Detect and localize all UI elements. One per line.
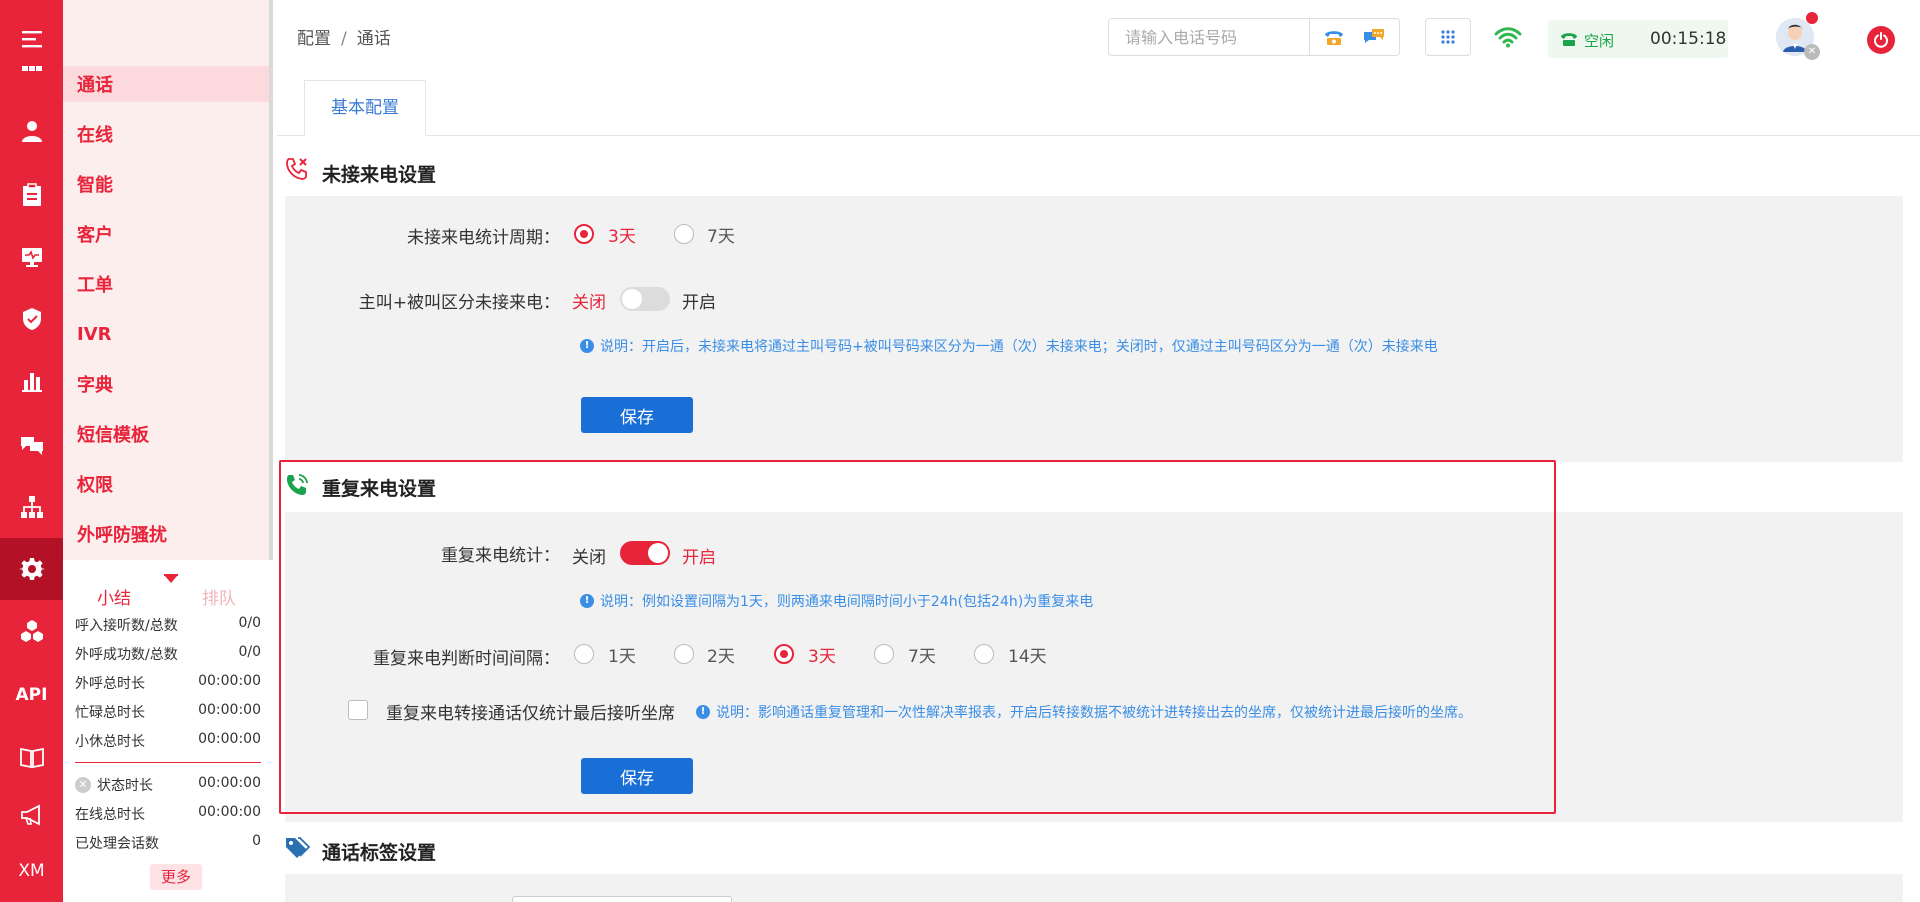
icon-rail: API XM: [0, 0, 63, 902]
dial-phone-icon[interactable]: [1321, 25, 1347, 49]
phone-number-input[interactable]: [1109, 19, 1309, 55]
caret-down-icon[interactable]: [165, 576, 177, 583]
agent-status[interactable]: 空闲 00:15:18: [1548, 20, 1728, 58]
phone-search: [1108, 18, 1400, 56]
org-icon[interactable]: [0, 476, 63, 538]
stat-row: 在线总时长 00:00:00: [75, 804, 261, 823]
clipboard-icon[interactable]: [0, 164, 63, 226]
status-clear-icon[interactable]: ✕: [75, 777, 91, 793]
distinguish-on-label: 开启: [682, 293, 716, 313]
distinguish-label: 主叫+被叫区分未接来电：: [358, 293, 560, 313]
power-button[interactable]: [1867, 26, 1895, 54]
megaphone-icon[interactable]: [0, 784, 63, 846]
submenu-item-customer[interactable]: 客户: [63, 216, 271, 252]
stat-row: 忙碌总时长 00:00:00: [75, 702, 261, 721]
submenu-item-sms-template[interactable]: 短信模板: [63, 416, 271, 452]
dialpad-button[interactable]: [1425, 18, 1471, 56]
book-icon[interactable]: [0, 726, 63, 788]
missed-period-label: 未接来电统计周期：: [407, 228, 560, 248]
menu-icon[interactable]: [0, 8, 63, 70]
avatar[interactable]: ✕: [1776, 12, 1820, 60]
toggle-knob: [622, 289, 642, 309]
submenu-item-call[interactable]: 通话: [63, 66, 271, 102]
user-icon[interactable]: [0, 100, 63, 162]
submenu-item-dictionary[interactable]: 字典: [63, 366, 271, 402]
tag-icon: [286, 837, 310, 858]
cubes-icon[interactable]: [0, 600, 63, 662]
chart-icon[interactable]: [0, 350, 63, 412]
submenu-item-anti-harassment[interactable]: 外呼防骚扰: [63, 516, 271, 552]
wifi-icon: [1494, 27, 1522, 48]
breadcrumb-config[interactable]: 配置: [297, 29, 331, 49]
avatar-status-icon: ✕: [1804, 44, 1820, 60]
shield-icon[interactable]: [0, 288, 63, 350]
period-option-3d[interactable]: 3天: [608, 222, 636, 247]
tab-basic-config[interactable]: 基本配置: [304, 80, 426, 136]
stat-row: 外呼总时长 00:00:00: [75, 673, 261, 692]
tags-input[interactable]: [512, 896, 732, 902]
status-label: 空闲: [1584, 32, 1615, 50]
tab-queue[interactable]: 排队: [202, 584, 236, 609]
message-icon[interactable]: [1361, 25, 1387, 49]
period-radio-7d[interactable]: [674, 224, 694, 244]
app-root: API XM 通话 在线 智能 客户 工单 IVR 字典 短信模板 权限 外呼防…: [0, 0, 1920, 902]
stat-row: 外呼成功数/总数 0/0: [75, 644, 261, 663]
submenu-item-ivr[interactable]: IVR: [63, 316, 271, 352]
submenu-item-permission[interactable]: 权限: [63, 466, 271, 502]
missed-save-button[interactable]: 保存: [581, 397, 693, 433]
stat-row: 小休总时长 00:00:00: [75, 731, 261, 750]
breadcrumb: 配置 / 通话: [297, 24, 391, 49]
period-option-7d[interactable]: 7天: [707, 222, 735, 247]
missed-note: ! 说明：开启后，未接来电将通过主叫号码+被叫号码来区分为一通（次）未接来电；关闭…: [580, 336, 1438, 356]
dialpad-icon: [1441, 30, 1455, 44]
breadcrumb-call: 通话: [356, 29, 391, 49]
notification-dot: [1806, 12, 1818, 24]
stat-row: 呼入接听数/总数 0/0: [75, 615, 261, 634]
xm-icon[interactable]: XM: [0, 840, 63, 902]
status-timer: 00:15:18: [1650, 29, 1727, 49]
submenu-item-ticket[interactable]: 工单: [63, 266, 271, 302]
summary-divider: [75, 762, 261, 763]
period-radio-3d[interactable]: [574, 224, 594, 244]
monitor-icon[interactable]: [0, 226, 63, 288]
api-icon[interactable]: API: [0, 664, 63, 726]
more-button[interactable]: 更多: [150, 864, 202, 890]
submenu-scrollbar[interactable]: [269, 0, 273, 560]
missed-section-title: 未接来电设置: [322, 164, 437, 186]
stat-row: ✕ 状态时长 00:00:00: [75, 775, 261, 795]
summary-tabs: 小结 排队: [63, 574, 271, 610]
tab-divider: [277, 135, 1920, 136]
breadcrumb-separator: /: [341, 29, 347, 49]
power-icon: [1874, 32, 1888, 48]
distinguish-toggle[interactable]: [620, 287, 670, 311]
repeat-section-highlight: [279, 460, 1556, 814]
chat-icon[interactable]: [0, 414, 63, 476]
distinguish-off-label: 关闭: [572, 293, 606, 313]
missed-call-icon: [286, 158, 307, 180]
tab-summary[interactable]: 小结: [97, 584, 131, 609]
info-icon: !: [580, 339, 594, 353]
submenu-item-smart[interactable]: 智能: [63, 166, 271, 202]
apps-icon[interactable]: [0, 62, 63, 84]
gear-icon[interactable]: [0, 538, 63, 600]
submenu-item-online[interactable]: 在线: [63, 116, 271, 152]
phone-status-icon: [1561, 33, 1577, 46]
stat-row: 已处理会话数 0: [75, 833, 261, 852]
tags-section-title: 通话标签设置: [322, 842, 437, 864]
search-divider: [1309, 19, 1310, 55]
